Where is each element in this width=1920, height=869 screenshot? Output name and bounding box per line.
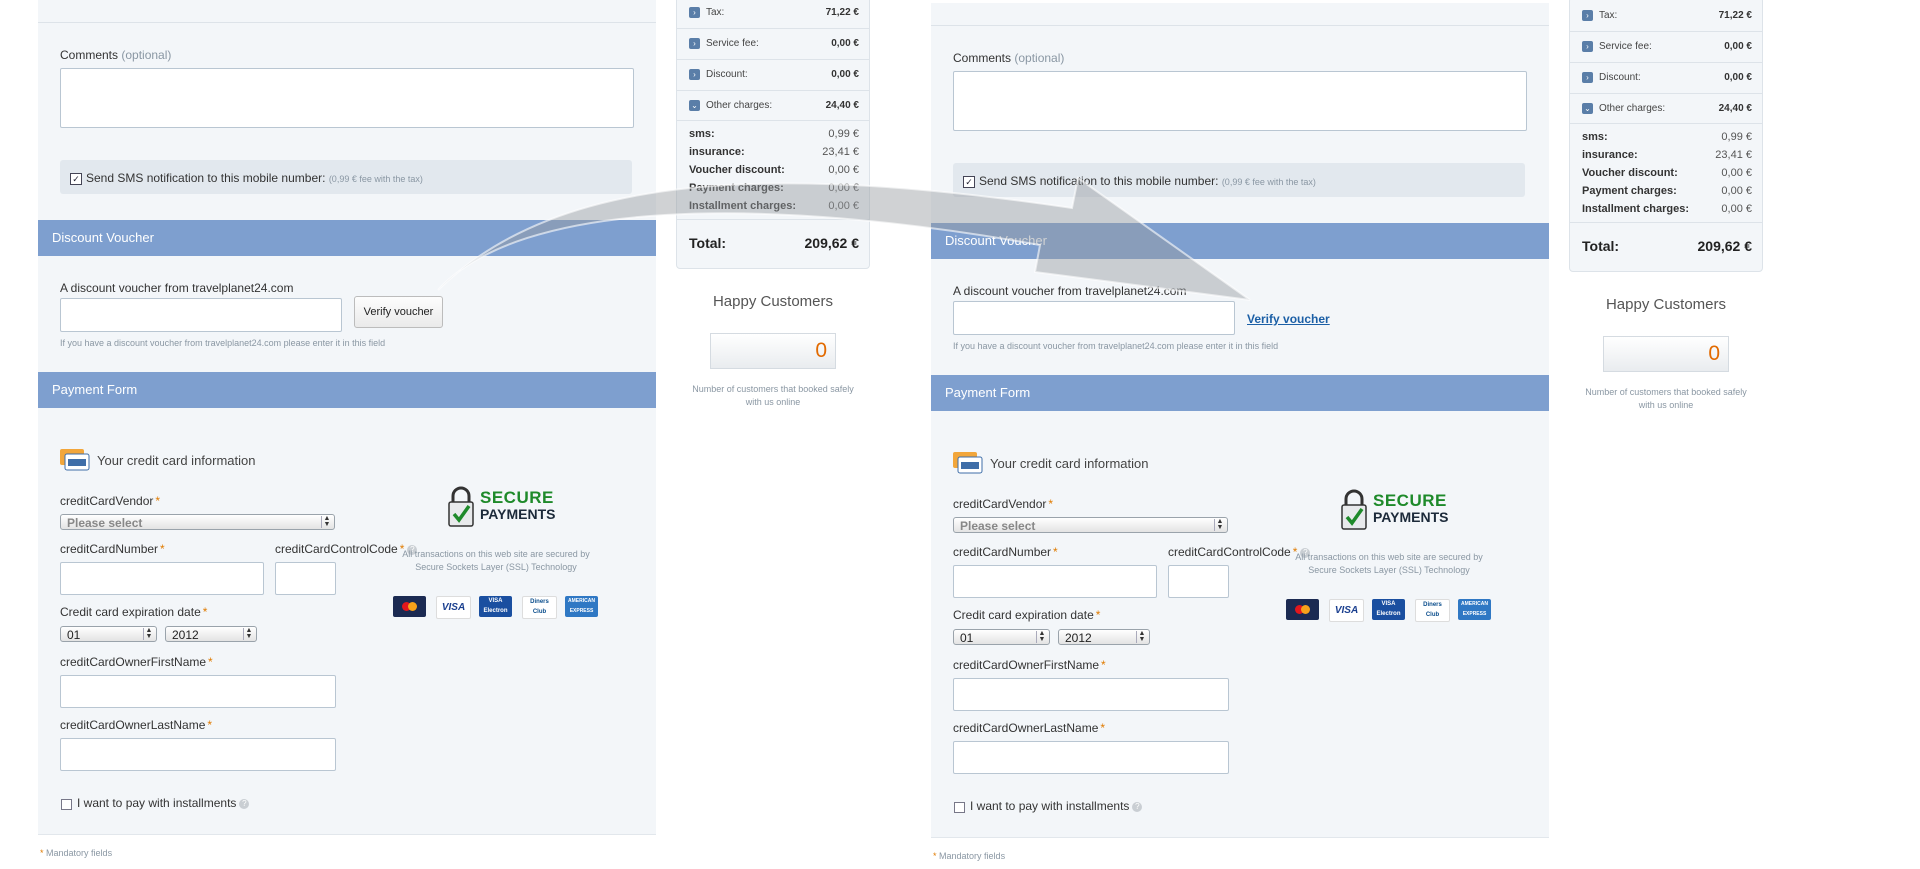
transition-arrow-icon [437, 176, 1251, 301]
